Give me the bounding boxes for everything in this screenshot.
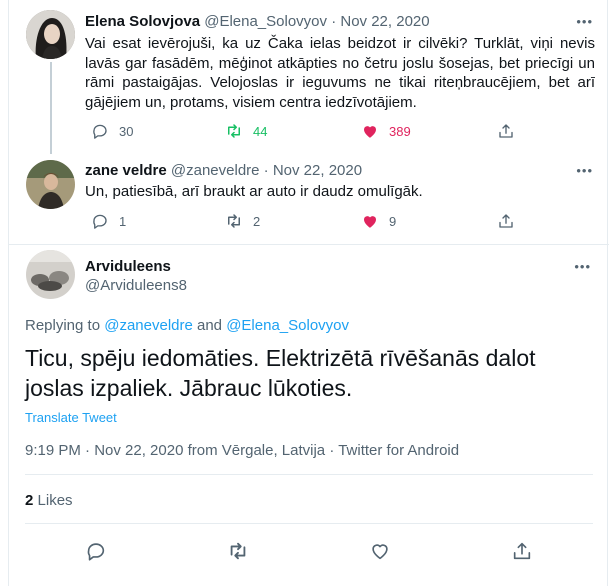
- author-handle[interactable]: @Elena_Solovyov: [204, 13, 327, 30]
- reply-button[interactable]: 1: [91, 211, 126, 231]
- share-button[interactable]: [511, 540, 533, 562]
- tweet-elena[interactable]: Elena Solovjova @Elena_Solovyov · Nov 22…: [9, 0, 609, 154]
- retweet-button[interactable]: 2: [225, 211, 260, 231]
- retweet-count: 2: [253, 213, 261, 229]
- avatar[interactable]: [26, 160, 75, 209]
- reply-icon: [93, 124, 107, 139]
- replying-user-zane[interactable]: @zaneveldre: [104, 317, 193, 334]
- tweet-thread: Elena Solovjova @Elena_Solovyov · Nov 22…: [8, 0, 609, 586]
- like-count: 389: [389, 123, 411, 139]
- likes-summary[interactable]: 2 Likes: [25, 492, 73, 509]
- retweet-button[interactable]: [227, 540, 249, 562]
- tweet-actions: 30 44 389: [85, 121, 515, 141]
- reply-button[interactable]: [85, 540, 107, 562]
- like-button[interactable]: [369, 540, 391, 562]
- divider: [25, 523, 593, 524]
- replying-to: Replying to @zaneveldre and @Elena_Solov…: [25, 316, 349, 336]
- thread-line: [50, 62, 52, 154]
- share-icon: [499, 124, 513, 138]
- like-button[interactable]: 389: [361, 121, 411, 141]
- retweet-count: 44: [253, 123, 268, 139]
- like-count: 9: [389, 213, 397, 229]
- reply-icon: [93, 214, 107, 229]
- replying-and: and: [197, 317, 223, 334]
- more-icon[interactable]: •••: [576, 161, 593, 181]
- likes-label: Likes: [37, 492, 73, 509]
- tweet-date[interactable]: Nov 22, 2020: [273, 162, 362, 179]
- like-icon: [364, 216, 376, 228]
- retweet-icon: [228, 124, 240, 138]
- likes-count: 2: [25, 492, 34, 509]
- author-name[interactable]: Elena Solovjova: [85, 13, 200, 30]
- separator: ·: [331, 13, 337, 30]
- tweet-header: zane veldre @zaneveldre · Nov 22, 2020: [85, 161, 362, 181]
- like-icon: [372, 544, 388, 560]
- translate-link[interactable]: Translate Tweet: [25, 410, 117, 425]
- retweet-icon: [230, 542, 246, 560]
- retweet-button[interactable]: 44: [225, 121, 267, 141]
- tweet-header: Elena Solovjova @Elena_Solovyov · Nov 22…: [85, 12, 430, 32]
- avatar[interactable]: [26, 10, 75, 59]
- tweet-zane[interactable]: zane veldre @zaneveldre · Nov 22, 2020 •…: [9, 150, 609, 245]
- more-icon[interactable]: •••: [576, 12, 593, 32]
- reply-button[interactable]: 30: [91, 121, 133, 141]
- tweet-actions: 1 2 9: [85, 211, 515, 231]
- tweet-date[interactable]: Nov 22, 2020: [340, 13, 429, 30]
- author-name[interactable]: Arviduleens: [85, 257, 171, 277]
- retweet-icon: [228, 214, 240, 228]
- author-name[interactable]: zane veldre: [85, 162, 167, 179]
- share-button[interactable]: [497, 211, 525, 231]
- divider: [9, 244, 609, 245]
- tweet-meta[interactable]: 9:19 PM · Nov 22, 2020 from Vērgale, Lat…: [25, 442, 459, 459]
- share-button[interactable]: [497, 121, 525, 141]
- tweet-text: Ticu, spēju iedomāties. Elektrizētā rīvē…: [25, 345, 536, 401]
- like-button[interactable]: 9: [361, 211, 396, 231]
- separator: ·: [263, 162, 269, 179]
- tweet-text: Un, patiesībā, arī braukt ar auto ir dau…: [85, 183, 423, 200]
- divider: [25, 474, 593, 475]
- tweet-text: Vai esat ievērojuši, ka uz Čaka ielas be…: [85, 35, 595, 111]
- reply-count: 1: [119, 213, 127, 229]
- more-icon[interactable]: •••: [574, 257, 591, 277]
- author-handle[interactable]: @Arviduleens8: [85, 276, 187, 296]
- share-icon: [513, 542, 531, 560]
- focus-actions: [9, 536, 609, 566]
- replying-prefix: Replying to: [25, 317, 101, 334]
- replying-user-elena[interactable]: @Elena_Solovyov: [226, 317, 349, 334]
- avatar[interactable]: [26, 250, 75, 299]
- author-handle[interactable]: @zaneveldre: [171, 162, 260, 179]
- reply-count: 30: [119, 123, 134, 139]
- share-icon: [499, 214, 513, 228]
- like-icon: [364, 126, 376, 138]
- reply-icon: [87, 543, 105, 561]
